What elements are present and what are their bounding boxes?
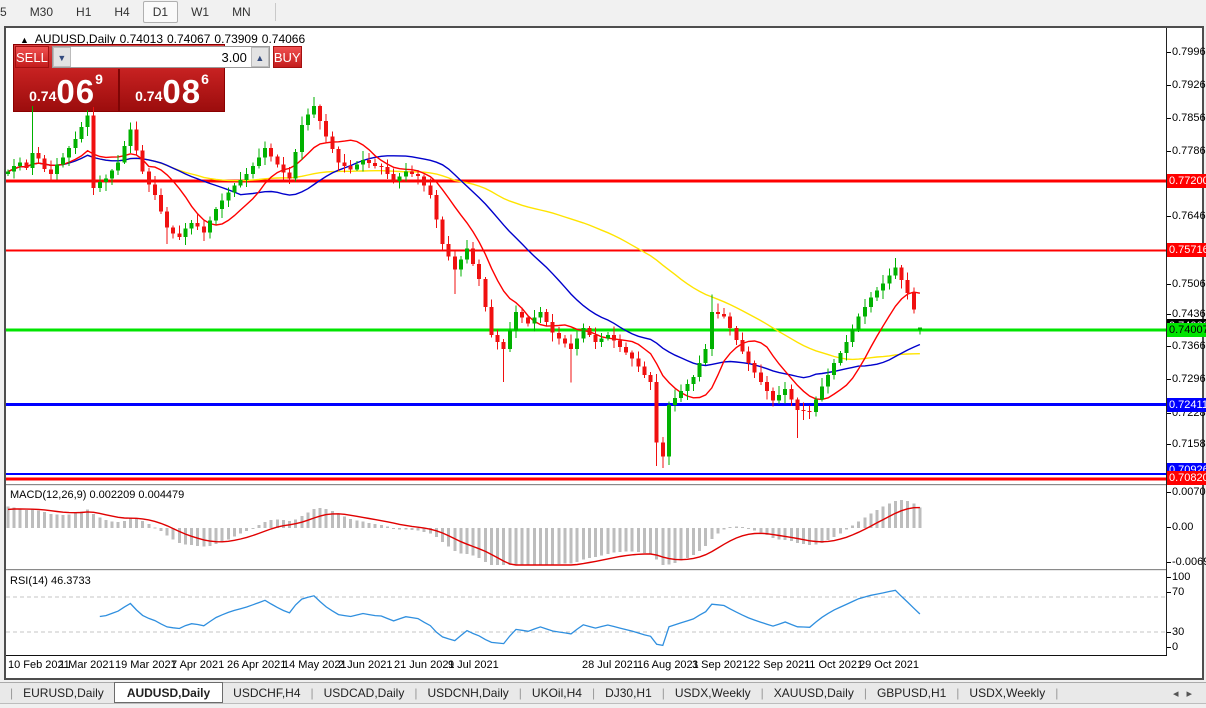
macd-label: MACD(12,26,9) 0.002209 0.004479: [10, 489, 184, 501]
timeframe-button-MN[interactable]: MN: [222, 1, 261, 23]
date-axis-label: 19 Mar 2021: [115, 659, 177, 671]
date-axis-label: 2 Jun 2021: [338, 659, 392, 671]
price-axis-label: 0.78560: [1172, 112, 1206, 124]
tab-ukoil-h4[interactable]: UKOil,H4: [522, 684, 592, 702]
rsi-canvas[interactable]: [6, 572, 1166, 655]
price-badge: 0.70820: [1167, 471, 1206, 485]
timeframe-button-H1[interactable]: H1: [66, 1, 101, 23]
tab-usdx-weekly[interactable]: USDX,Weekly: [665, 684, 761, 702]
tab-audusd-daily[interactable]: AUDUSD,Daily: [114, 682, 223, 703]
tab-usdchf-h4[interactable]: USDCHF,H4: [223, 684, 310, 702]
macd-axis-label: 0.0070155: [1172, 486, 1206, 498]
price-axis-label: 0.71580: [1172, 438, 1206, 450]
date-axis-label: 28 Jul 2021: [582, 659, 639, 671]
date-axis-label: 1 Mar 2021: [59, 659, 115, 671]
tab-scroll-right-button[interactable]: ▸: [1186, 688, 1200, 700]
timeframe-button-W1[interactable]: W1: [181, 1, 219, 23]
date-axis-label: 16 Aug 2021: [637, 659, 699, 671]
timeframe-button-H4[interactable]: H4: [104, 1, 139, 23]
timeframe-toolbar: 5M30H1H4D1W1MN: [0, 0, 1206, 24]
price-badge: 0.75716: [1167, 243, 1206, 257]
price-axis-label: 0.72960: [1172, 373, 1206, 385]
tab-separator: |: [1055, 686, 1058, 700]
candles-layer: [6, 97, 922, 468]
price-axis-line: [1166, 28, 1167, 655]
tab-xauusd-daily[interactable]: XAUUSD,Daily: [764, 684, 864, 702]
mt4-window: 5M30H1H4D1W1MN ▲AUDUSD,Daily0.740130.740…: [0, 0, 1206, 708]
tab-usdx-weekly[interactable]: USDX,Weekly: [959, 684, 1055, 702]
date-axis-label: 22 Sep 2021: [748, 659, 810, 671]
date-axis-label: 29 Oct 2021: [859, 659, 919, 671]
tab-scroll-left-button[interactable]: ◂: [1173, 688, 1187, 700]
price-axis-label: 0.77860: [1172, 145, 1206, 157]
macd-axis-label: -0.006925: [1172, 556, 1206, 568]
rsi-axis-label: 70: [1172, 586, 1184, 598]
date-axis-label: 9 Jul 2021: [448, 659, 499, 671]
tab-dj30-h1[interactable]: DJ30,H1: [595, 684, 662, 702]
price-badge: 0.77200: [1167, 174, 1206, 188]
main-chart-canvas[interactable]: [6, 28, 1166, 483]
price-badge: 0.72411: [1167, 398, 1206, 412]
timeframe-button-M30[interactable]: M30: [20, 1, 63, 23]
price-axis-label: 0.75060: [1172, 278, 1206, 290]
tab-usdcad-daily[interactable]: USDCAD,Daily: [314, 684, 415, 702]
price-badge: 0.74007: [1167, 323, 1206, 337]
rsi-axis-label: 30: [1172, 626, 1184, 638]
toolbar-separator: [275, 3, 276, 21]
date-axis-label: 26 Apr 2021: [227, 659, 286, 671]
timeframe-button-5[interactable]: 5: [0, 1, 17, 23]
tab-eurusd-daily[interactable]: EURUSD,Daily: [13, 684, 114, 702]
rsi-label: RSI(14) 46.3733: [10, 575, 91, 587]
rsi-axis-label: 0: [1172, 641, 1178, 653]
price-axis-label: 0.73660: [1172, 340, 1206, 352]
date-axis-label: 3 Sep 2021: [692, 659, 748, 671]
date-axis-label: 21 Jun 2021: [394, 659, 455, 671]
price-axis-label: 0.76460: [1172, 210, 1206, 222]
timeframe-button-D1[interactable]: D1: [143, 1, 178, 23]
price-axis-label: 0.79260: [1172, 79, 1206, 91]
date-axis-label: 11 Oct 2021: [804, 659, 863, 671]
rsi-pane-separator[interactable]: [6, 569, 1166, 571]
symbol-tab-bar: | EURUSD,DailyAUDUSD,DailyUSDCHF,H4|USDC…: [0, 682, 1206, 704]
date-axis-label: 7 Apr 2021: [171, 659, 224, 671]
rsi-axis-label: 100: [1172, 571, 1190, 583]
macd-axis-label: 0.00: [1172, 521, 1193, 533]
tab-usdcnh-daily[interactable]: USDCNH,Daily: [417, 684, 518, 702]
date-axis-line: [6, 655, 1167, 656]
tab-gbpusd-h1[interactable]: GBPUSD,H1: [867, 684, 956, 702]
price-axis-label: 0.79960: [1172, 46, 1206, 58]
